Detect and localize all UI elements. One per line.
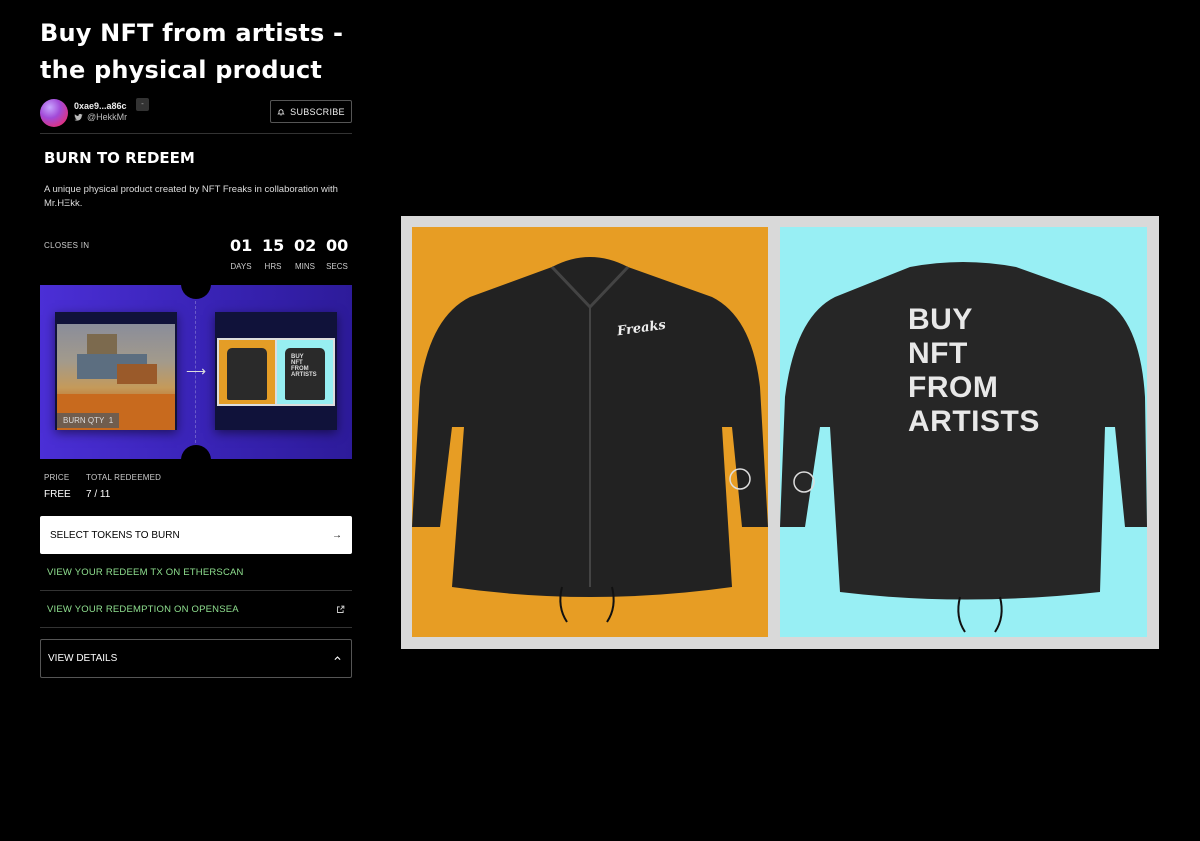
timer-mins: 02 MINS bbox=[294, 236, 317, 272]
thumb-back: BUY NFT FROM ARTISTS bbox=[277, 340, 333, 404]
price-label: PRICE bbox=[44, 473, 70, 482]
jacket-text-line: BUY bbox=[908, 303, 973, 336]
timer-mins-label: MINS bbox=[295, 262, 315, 271]
countdown-section: CLOSES IN 01 DAYS 15 HRS 02 MINS 00 SECS bbox=[40, 235, 352, 285]
subscribe-button[interactable]: SUBSCRIBE bbox=[270, 100, 352, 123]
jacket-front-shape bbox=[227, 348, 267, 400]
twitter-icon bbox=[74, 113, 83, 121]
stats-row: PRICE FREE TOTAL REDEEMED 7 / 11 bbox=[40, 473, 352, 513]
total-redeemed-value: 7 / 11 bbox=[86, 489, 111, 500]
page-title: Buy NFT from artists - the physical prod… bbox=[40, 19, 344, 84]
twitter-handle: @HekkMr bbox=[87, 112, 128, 122]
timer-days-label: DAYS bbox=[230, 262, 252, 271]
divider bbox=[40, 133, 352, 134]
subscribe-label: SUBSCRIBE bbox=[290, 106, 345, 117]
view-details-label: VIEW DETAILS bbox=[48, 653, 118, 664]
total-redeemed-label: TOTAL REDEEMED bbox=[86, 473, 162, 482]
burn-description: A unique physical product created by NFT… bbox=[44, 184, 338, 209]
timer-secs-label: SECS bbox=[326, 262, 348, 271]
timer-hours: 15 HRS bbox=[262, 236, 285, 272]
timer-days: 01 DAYS bbox=[230, 236, 253, 272]
thumb-front bbox=[219, 340, 275, 404]
art-shape bbox=[117, 364, 157, 384]
burn-heading: BURN TO REDEEM bbox=[44, 149, 195, 167]
price-value: FREE bbox=[44, 489, 71, 500]
creator-row: 0xae9...a86c - @HekkMr SUBSCRIBE bbox=[40, 98, 352, 133]
burn-qty-label: BURN QTY bbox=[63, 416, 105, 425]
redeem-product-card: BUY NFT FROM ARTISTS bbox=[215, 312, 337, 430]
left-column: Buy NFT from artists - the physical prod… bbox=[40, 0, 352, 678]
external-link-icon bbox=[337, 605, 345, 613]
timer-hours-value: 15 bbox=[262, 236, 285, 255]
jacket-front-panel: Freaks bbox=[412, 227, 768, 637]
product-hero-image: Freaks BUY NFT FROM ARTISTS bbox=[401, 216, 1159, 649]
twitter-handle-row[interactable]: @HekkMr bbox=[74, 112, 127, 122]
ticket-notch-top bbox=[181, 285, 211, 299]
opensea-link[interactable]: VIEW YOUR REDEMPTION ON OPENSEA bbox=[40, 591, 352, 628]
jacket-text-line: ARTISTS bbox=[908, 405, 1040, 438]
jacket-text-line: FROM bbox=[908, 371, 999, 404]
select-tokens-button[interactable]: SELECT TOKENS TO BURN → bbox=[40, 516, 352, 554]
jacket-text-line: NFT bbox=[908, 337, 968, 370]
thumb-back-text: BUY NFT FROM ARTISTS bbox=[291, 354, 317, 378]
timer-secs: 00 SECS bbox=[326, 236, 349, 272]
burn-redeem-card: BURN QTY 1 ⟶ BUY NFT FROM ARTISTS bbox=[40, 285, 352, 459]
timer-mins-value: 02 bbox=[294, 236, 317, 255]
redeem-product-thumbnail: BUY NFT FROM ARTISTS bbox=[217, 338, 335, 406]
countdown-timer: 01 DAYS 15 HRS 02 MINS 00 SECS bbox=[230, 236, 349, 272]
opensea-link-label: VIEW YOUR REDEMPTION ON OPENSEA bbox=[47, 603, 239, 615]
timer-hours-label: HRS bbox=[264, 262, 282, 271]
view-details-toggle[interactable]: VIEW DETAILS bbox=[40, 639, 352, 678]
arrow-right-icon: → bbox=[332, 529, 342, 541]
timer-days-value: 01 bbox=[230, 236, 253, 255]
etherscan-link-label: VIEW YOUR REDEEM TX ON ETHERSCAN bbox=[47, 566, 244, 578]
avatar[interactable] bbox=[40, 99, 68, 127]
jacket-back-panel: BUY NFT FROM ARTISTS bbox=[780, 227, 1147, 637]
closes-in-label: CLOSES IN bbox=[44, 241, 90, 250]
burn-qty-badge: BURN QTY 1 bbox=[57, 413, 120, 428]
select-tokens-label: SELECT TOKENS TO BURN bbox=[50, 529, 180, 541]
ticket-notch-bottom bbox=[181, 445, 211, 459]
burn-qty-value: 1 bbox=[108, 416, 114, 425]
jacket-front-illustration bbox=[412, 257, 768, 623]
creator-badge: - bbox=[136, 98, 149, 111]
creator-address[interactable]: 0xae9...a86c bbox=[74, 101, 127, 111]
etherscan-link[interactable]: VIEW YOUR REDEEM TX ON ETHERSCAN bbox=[40, 554, 352, 591]
timer-secs-value: 00 bbox=[326, 236, 349, 255]
chevron-up-icon bbox=[334, 656, 341, 661]
jacket-back-text: BUY NFT FROM ARTISTS bbox=[908, 303, 1040, 439]
arrow-right-icon: ⟶ bbox=[186, 363, 207, 379]
bell-icon bbox=[277, 108, 285, 115]
burn-token-card[interactable]: BURN QTY 1 bbox=[55, 312, 177, 430]
